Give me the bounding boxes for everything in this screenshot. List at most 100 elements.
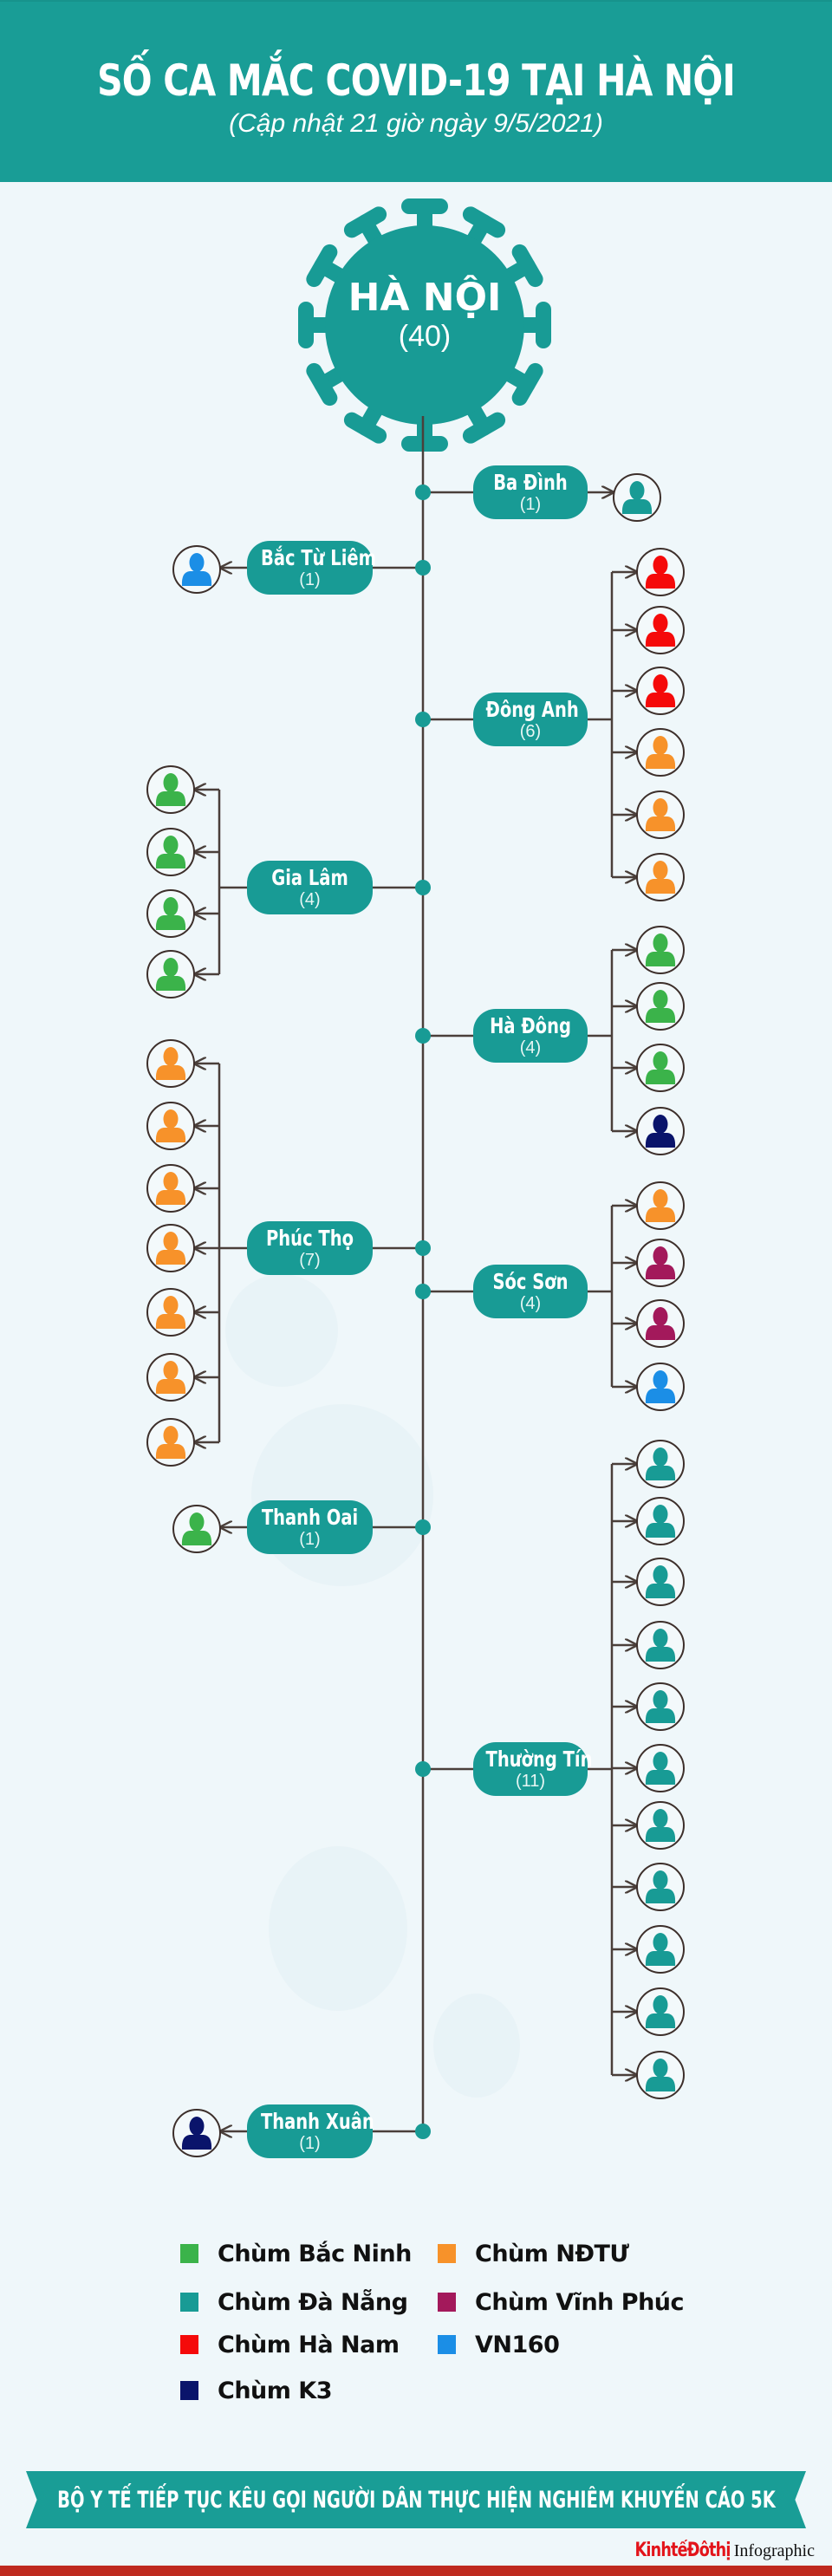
person-icon xyxy=(636,926,685,974)
person-head xyxy=(653,1933,668,1952)
person-body xyxy=(155,1379,186,1394)
district-count: (7) xyxy=(299,1251,321,1270)
district-pill: Thanh Oai (1) xyxy=(247,1500,373,1554)
person-body xyxy=(155,791,186,806)
person-icon xyxy=(636,2051,685,2099)
person-body xyxy=(645,1008,676,1023)
person-body xyxy=(645,632,676,647)
banner-text: BỘ Y TẾ TIẾP TỤC KÊU GỌI NGƯỜI DÂN THỰC … xyxy=(56,2486,776,2514)
person-icon xyxy=(636,1744,685,1792)
person-head xyxy=(653,1246,668,1265)
district-count: (6) xyxy=(519,722,542,741)
legend-swatch xyxy=(180,2335,198,2354)
branch-node-dot xyxy=(415,880,431,895)
person-icon xyxy=(636,1440,685,1488)
person-head xyxy=(653,861,668,880)
person-icon xyxy=(636,728,685,777)
district-count: (1) xyxy=(519,495,542,514)
person-icon xyxy=(146,765,195,814)
person-icon xyxy=(636,1107,685,1155)
legend-label: Chùm K3 xyxy=(218,2377,333,2404)
person-icon xyxy=(146,1102,195,1150)
person-icon xyxy=(146,828,195,876)
person-body xyxy=(645,2013,676,2028)
publisher-logo: KinhtếĐôthị Infographic xyxy=(611,2540,815,2561)
district-count: (1) xyxy=(299,570,321,589)
person-icon xyxy=(636,606,685,654)
district-count: (1) xyxy=(299,1530,321,1549)
person-body xyxy=(645,1325,676,1340)
person-body xyxy=(645,1070,676,1084)
person-body xyxy=(645,1389,676,1403)
legend-item: Chùm Vĩnh Phúc xyxy=(438,2288,685,2316)
person-head xyxy=(163,897,179,916)
district-count: (4) xyxy=(519,1294,542,1313)
legend-item: VN160 xyxy=(438,2331,560,2358)
person-icon xyxy=(636,548,685,596)
person-icon xyxy=(146,1224,195,1272)
person-icon xyxy=(172,1505,221,1553)
person-head xyxy=(163,1426,179,1445)
person-body xyxy=(645,816,676,831)
person-head xyxy=(653,1870,668,1890)
person-body xyxy=(155,1444,186,1459)
legend-swatch xyxy=(180,2293,198,2312)
district-count: (4) xyxy=(519,1038,542,1057)
person-icon xyxy=(636,1987,685,2036)
person-icon xyxy=(636,1239,685,1287)
person-body xyxy=(181,1531,212,1545)
person-icon xyxy=(636,1682,685,1731)
person-body xyxy=(645,1584,676,1598)
hub-label: HÀ NỘI (40) xyxy=(338,276,511,354)
logo-tag: Infographic xyxy=(733,2541,815,2560)
legend-item: Chùm NĐTƯ xyxy=(438,2240,629,2267)
branch-node-dot xyxy=(415,1519,431,1535)
case-tree-diagram xyxy=(146,198,685,2157)
person-body xyxy=(645,1133,676,1148)
legend-label: VN160 xyxy=(475,2331,560,2358)
footer-banner: BỘ Y TẾ TIẾP TỤC KÊU GỌI NGƯỜI DÂN THỰC … xyxy=(26,2471,806,2528)
person-body xyxy=(645,1889,676,1903)
district-name: Đông Anh xyxy=(485,697,579,722)
district-pill: Bắc Từ Liêm (1) xyxy=(247,541,376,595)
branch-node-dot xyxy=(415,1284,431,1299)
person-body xyxy=(155,1065,186,1080)
legend-swatch xyxy=(438,2244,456,2263)
district-name: Thanh Xuân xyxy=(260,2109,374,2134)
branch-node-dot xyxy=(415,1761,431,1777)
district-pill: Thường Tín (11) xyxy=(473,1742,593,1796)
branch-node-dot xyxy=(415,1028,431,1044)
hub-name: HÀ NỘI xyxy=(348,276,502,320)
person-icon xyxy=(636,1925,685,1974)
branch-node-dot xyxy=(415,1240,431,1256)
person-head xyxy=(653,798,668,817)
district-name: Phúc Thọ xyxy=(266,1226,354,1251)
person-icon xyxy=(636,982,685,1031)
person-head xyxy=(653,736,668,755)
person-head xyxy=(629,481,645,500)
person-icon xyxy=(146,1288,195,1337)
person-head xyxy=(653,1189,668,1208)
person-icon xyxy=(636,1044,685,1092)
person-head xyxy=(653,556,668,575)
legend-item: Chùm Đà Nẵng xyxy=(180,2288,408,2316)
district-pill: Thanh Xuân (1) xyxy=(247,2104,374,2158)
person-body xyxy=(155,1250,186,1265)
person-head xyxy=(653,1995,668,2014)
person-icon xyxy=(636,1181,685,1230)
district-pill: Hà Đông (4) xyxy=(473,1009,588,1063)
person-head xyxy=(163,1361,179,1380)
person-head xyxy=(653,933,668,953)
person-icon xyxy=(636,790,685,839)
legend-item: Chùm Bắc Ninh xyxy=(180,2240,412,2267)
district-pill: Phúc Thọ (7) xyxy=(247,1221,373,1275)
legend-swatch xyxy=(180,2381,198,2400)
person-icon xyxy=(146,1039,195,1088)
person-icon xyxy=(146,1418,195,1467)
person-body xyxy=(645,574,676,589)
footer-bar xyxy=(0,2566,832,2576)
person-body xyxy=(645,952,676,966)
district-pill: Gia Lâm (4) xyxy=(247,861,373,914)
person-head xyxy=(163,1296,179,1315)
district-name: Thường Tín xyxy=(485,1747,593,1772)
